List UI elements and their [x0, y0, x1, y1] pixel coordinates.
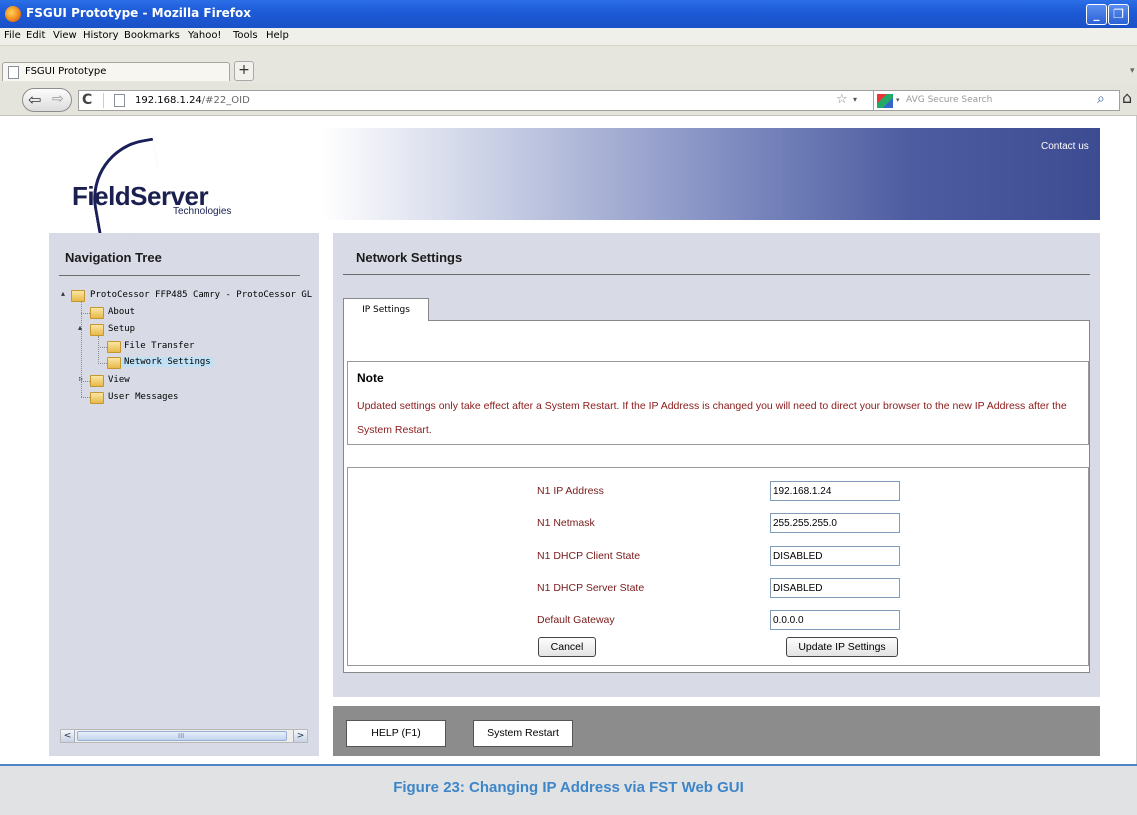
folder-icon: [107, 341, 121, 353]
scroll-grip-icon: III: [178, 732, 185, 740]
note-box: Note Updated settings only take effect a…: [347, 361, 1089, 445]
folder-icon: [71, 290, 85, 302]
divider: [59, 275, 300, 276]
search-placeholder: AVG Secure Search: [906, 95, 993, 105]
tree-line: [98, 347, 107, 348]
folder-icon: [90, 375, 104, 387]
tree-node-view[interactable]: View: [108, 375, 130, 385]
tree-line: [81, 397, 90, 398]
contact-us-link[interactable]: Contact us: [1041, 141, 1089, 152]
navigation-title: Navigation Tree: [65, 250, 162, 265]
dhcp-client-label: N1 DHCP Client State: [537, 550, 641, 562]
gateway-label: Default Gateway: [537, 614, 615, 626]
folder-icon: [90, 307, 104, 319]
search-box[interactable]: ▾ AVG Secure Search ⌕: [873, 90, 1120, 111]
netmask-input[interactable]: [770, 513, 900, 533]
minimize-button[interactable]: _: [1086, 4, 1107, 25]
help-button[interactable]: HELP (F1): [346, 720, 446, 747]
history-dropdown-icon[interactable]: ▾: [853, 95, 857, 104]
tree-node-about[interactable]: About: [108, 307, 135, 317]
page-title: Network Settings: [356, 250, 463, 265]
window-title: FSGUI Prototype - Mozilla Firefox: [26, 6, 251, 20]
dhcp-server-label: N1 DHCP Server State: [537, 582, 645, 594]
update-ip-settings-button[interactable]: Update IP Settings: [786, 637, 898, 657]
menu-yahoo[interactable]: Yahoo!: [188, 30, 221, 41]
logo-subtitle: Technologies: [173, 206, 232, 217]
menu-tools[interactable]: Tools: [233, 30, 258, 41]
url-path: /#22_OID: [201, 95, 250, 106]
firefox-icon: [5, 6, 21, 22]
bottom-button-bar: [333, 706, 1100, 756]
folder-icon: [90, 324, 104, 336]
browser-tab-label: FSGUI Prototype: [25, 66, 107, 77]
bookmark-star-icon[interactable]: ☆: [836, 92, 848, 107]
gateway-input[interactable]: [770, 610, 900, 630]
scroll-right-icon[interactable]: >: [293, 730, 307, 742]
tree-node-root[interactable]: ProtoCessor FFP485 Camry - ProtoCessor G…: [90, 290, 312, 300]
magnifier-icon[interactable]: ⌕: [1097, 91, 1105, 107]
menu-help[interactable]: Help: [266, 30, 289, 41]
divider: [103, 93, 104, 108]
tree-node-network-settings[interactable]: Network Settings: [122, 357, 213, 367]
tree-line: [98, 336, 99, 364]
tree-line: [98, 363, 107, 364]
menu-edit[interactable]: Edit: [26, 30, 45, 41]
menu-bookmarks[interactable]: Bookmarks: [124, 30, 180, 41]
page: FSGUI Prototype - Mozilla Firefox _ ❐ Fi…: [0, 0, 1137, 815]
dhcp-client-input[interactable]: [770, 546, 900, 566]
menu-bar: File Edit View History Bookmarks Yahoo! …: [0, 28, 1137, 46]
note-text: Updated settings only take effect after …: [357, 400, 1067, 436]
expand-toggle-icon[interactable]: ▴: [61, 289, 65, 298]
tree-line: [81, 313, 90, 314]
ip-settings-form: [347, 467, 1089, 666]
note-heading: Note: [357, 371, 384, 385]
navigation-toolbar: ⇦ ⇨ C 192.168.1.24/#22_OID ☆ ▾ ▾ AVG Sec…: [0, 83, 1137, 116]
tab-ip-settings[interactable]: IP Settings: [343, 298, 429, 321]
home-icon[interactable]: ⌂: [1122, 88, 1132, 107]
menu-history[interactable]: History: [83, 30, 119, 41]
figure-caption-bar: Figure 23: Changing IP Address via FST W…: [0, 766, 1137, 815]
expand-toggle-icon[interactable]: ▴: [78, 323, 82, 332]
tab-list-dropdown-icon[interactable]: ▾: [1130, 66, 1135, 76]
maximize-button[interactable]: ❐: [1108, 4, 1129, 25]
back-forward-group: ⇦ ⇨: [22, 88, 72, 112]
expand-toggle-icon[interactable]: ▹: [79, 374, 83, 383]
tree-node-setup[interactable]: Setup: [108, 324, 135, 334]
page-icon: [114, 94, 125, 107]
menu-view[interactable]: View: [53, 30, 77, 41]
back-icon[interactable]: ⇦: [28, 90, 41, 109]
forward-icon[interactable]: ⇨: [52, 91, 64, 107]
netmask-label: N1 Netmask: [537, 517, 595, 529]
url-host: 192.168.1.24: [135, 95, 202, 106]
search-engine-dropdown-icon[interactable]: ▾: [896, 96, 900, 104]
address-url[interactable]: 192.168.1.24/#22_OID: [135, 95, 250, 106]
avg-logo-icon[interactable]: [877, 94, 893, 108]
page-icon: [8, 66, 19, 79]
scroll-left-icon[interactable]: <: [61, 730, 75, 742]
new-tab-button[interactable]: +: [234, 61, 254, 81]
window-title-bar: FSGUI Prototype - Mozilla Firefox _ ❐: [0, 0, 1137, 28]
cancel-button[interactable]: Cancel: [538, 637, 596, 657]
dhcp-server-input[interactable]: [770, 578, 900, 598]
system-restart-button[interactable]: System Restart: [473, 720, 573, 747]
folder-icon: [107, 357, 121, 369]
tree-node-user-messages[interactable]: User Messages: [108, 392, 178, 402]
scroll-thumb[interactable]: III: [77, 731, 287, 741]
tree-node-file-transfer[interactable]: File Transfer: [124, 341, 194, 351]
reload-icon[interactable]: C: [82, 92, 101, 108]
ip-address-input[interactable]: [770, 481, 900, 501]
ip-address-label: N1 IP Address: [537, 485, 604, 497]
figure-caption: Figure 23: Changing IP Address via FST W…: [393, 779, 744, 796]
tab-strip: FSGUI Prototype + ▾: [0, 46, 1137, 83]
folder-icon: [90, 392, 104, 404]
browser-tab[interactable]: FSGUI Prototype: [2, 62, 230, 81]
divider: [343, 274, 1090, 275]
menu-file[interactable]: File: [4, 30, 21, 41]
horizontal-scrollbar[interactable]: < III >: [60, 729, 308, 743]
